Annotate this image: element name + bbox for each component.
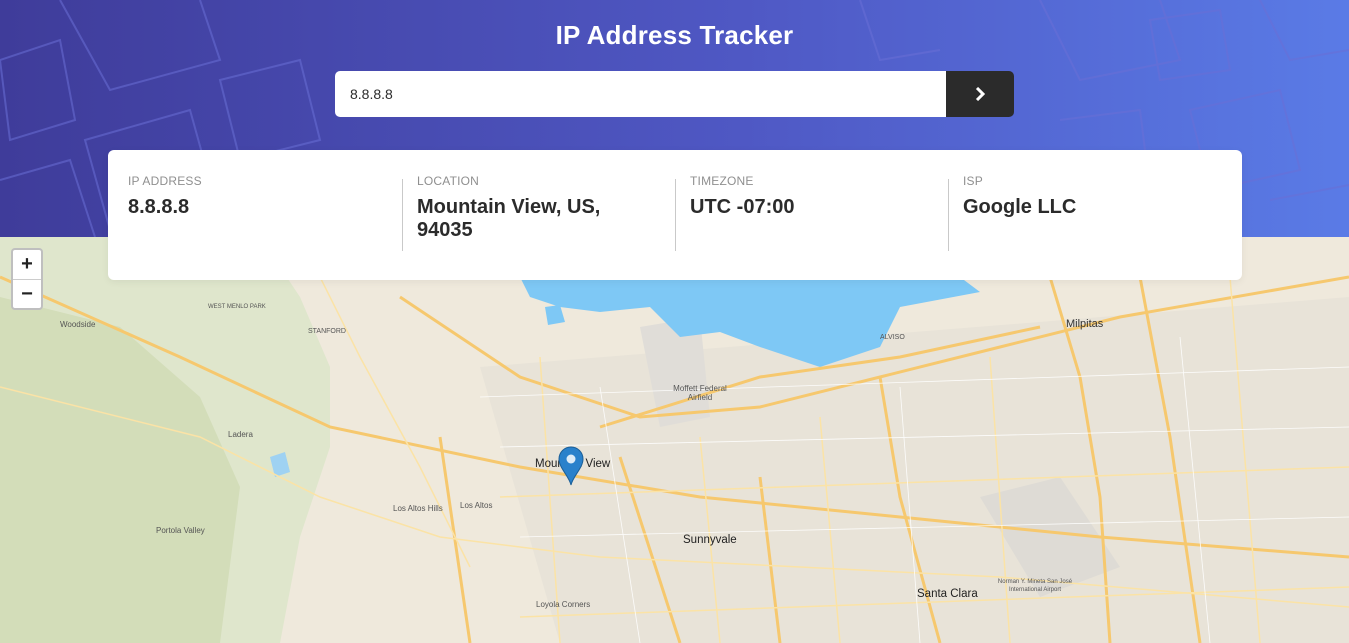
timezone-section: TIMEZONE UTC -07:00: [690, 174, 930, 219]
map-label-ladera: Ladera: [228, 430, 253, 439]
divider: [402, 179, 403, 251]
map-tiles: [0, 237, 1349, 643]
chevron-right-icon: [975, 87, 985, 101]
timezone-label: TIMEZONE: [690, 174, 754, 188]
ip-address-value: 8.8.8.8: [128, 196, 190, 218]
isp-value: Google LLC: [963, 196, 1077, 218]
map-label-loyola-corners: Loyola Corners: [536, 600, 591, 609]
map-label-moffett: Moffett Federal Airfield: [673, 384, 727, 402]
map-label-west-menlo-park: WEST MENLO PARK: [208, 304, 266, 310]
zoom-out-button[interactable]: −: [13, 279, 41, 308]
zoom-in-button[interactable]: +: [13, 250, 41, 279]
ip-search-form: [335, 71, 1014, 117]
map-label-woodside: Woodside: [60, 320, 96, 329]
ip-address-section: IP ADDRESS 8.8.8.8: [128, 174, 388, 219]
map-label-stanford: STANFORD: [308, 328, 346, 335]
isp-label: ISP: [963, 174, 983, 188]
location-value: Mountain View, US, 94035: [417, 196, 601, 241]
location-marker-icon[interactable]: [558, 446, 584, 486]
map-label-alviso: ALVISO: [880, 334, 905, 341]
ip-search-input[interactable]: [335, 71, 946, 117]
location-section: LOCATION Mountain View, US, 94035: [417, 174, 657, 242]
map-label-sunnyvale: Sunnyvale: [683, 534, 737, 546]
page-title: IP Address Tracker: [555, 20, 794, 50]
isp-section: ISP Google LLC: [963, 174, 1213, 219]
ip-address-label: IP ADDRESS: [128, 174, 202, 188]
timezone-value: UTC -07:00: [690, 196, 795, 218]
map-label-los-altos: Los Altos: [460, 501, 493, 510]
location-label: LOCATION: [417, 174, 480, 188]
map-label-santa-clara: Santa Clara: [917, 588, 978, 600]
map-view[interactable]: [0, 237, 1349, 643]
search-submit-button[interactable]: [946, 71, 1014, 117]
map-label-los-altos-hills: Los Altos Hills: [393, 504, 443, 513]
divider: [948, 179, 949, 251]
ip-info-card: IP ADDRESS 8.8.8.8 LOCATION Mountain Vie…: [108, 150, 1242, 280]
divider: [675, 179, 676, 251]
map-label-portola-valley: Portola Valley: [156, 526, 205, 535]
map-label-milpitas: Milpitas: [1066, 318, 1104, 330]
zoom-control: + −: [11, 248, 43, 310]
map-label-san-jose-airport: Norman Y. Mineta San José International …: [997, 579, 1073, 593]
